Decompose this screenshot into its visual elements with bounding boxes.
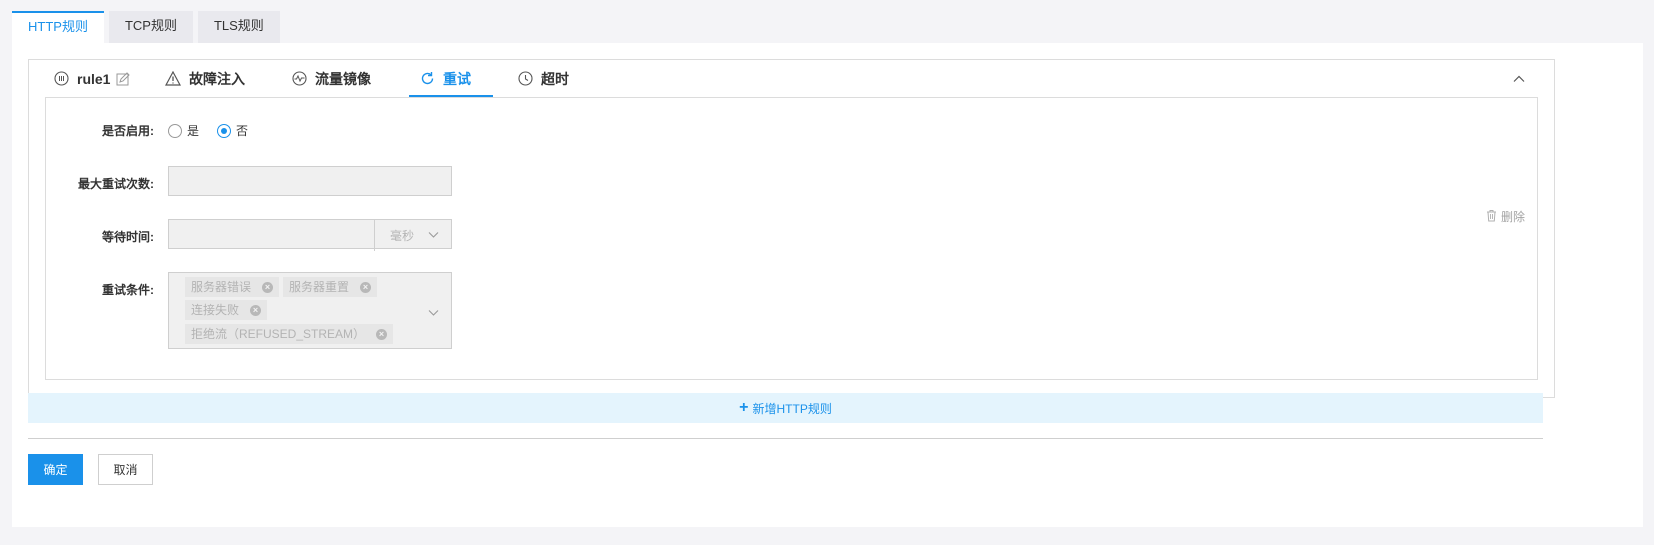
condition-tag-label: 拒绝流（REFUSED_STREAM） xyxy=(191,327,366,341)
chevron-down-icon[interactable] xyxy=(428,306,439,320)
confirm-button[interactable]: 确定 xyxy=(28,454,83,485)
max-retries-label: 最大重试次数: xyxy=(78,177,154,191)
delete-label: 删除 xyxy=(1501,210,1526,224)
remove-tag-icon[interactable]: × xyxy=(262,281,274,293)
plus-icon: + xyxy=(739,399,749,416)
retry-conditions-label: 重试条件: xyxy=(102,283,154,297)
edit-icon[interactable] xyxy=(116,71,131,86)
condition-tag-label: 服务器重置 xyxy=(289,280,350,294)
timeout-label: 超时 xyxy=(541,70,569,87)
delete-rule-button[interactable]: 删除 xyxy=(1486,208,1525,225)
max-retries-input[interactable] xyxy=(168,166,452,196)
enable-no-label: 否 xyxy=(236,124,249,138)
wait-time-unit-value: 毫秒 xyxy=(390,228,415,243)
trash-icon xyxy=(1486,209,1497,225)
refresh-icon xyxy=(419,71,435,87)
add-rule-label: 新增HTTP规则 xyxy=(752,401,832,416)
condition-tag-label: 连接失败 xyxy=(191,303,240,317)
condition-tag: 服务器错误 × xyxy=(185,277,280,297)
rule-feature-tabs: rule1 故障注入 流量镜像 重试 超时 xyxy=(29,60,1554,97)
remove-tag-icon[interactable]: × xyxy=(250,304,262,316)
rules-panel: rule1 故障注入 流量镜像 重试 超时 是否启用: 是 否 最大重试次数: … xyxy=(12,43,1643,527)
tab-http-rules[interactable]: HTTP规则 xyxy=(12,11,104,43)
rule-card: rule1 故障注入 流量镜像 重试 超时 是否启用: 是 否 最大重试次数: … xyxy=(28,59,1555,398)
tab-retry[interactable]: 重试 xyxy=(409,60,493,97)
clock-icon xyxy=(517,71,533,87)
remove-tag-icon[interactable]: × xyxy=(376,328,388,340)
retry-settings-form: 是否启用: 是 否 最大重试次数: 等待时间: 毫秒 重试条件: 服务器错误 ×… xyxy=(45,97,1538,380)
radio-circle xyxy=(168,123,182,138)
wait-time-unit-select[interactable]: 毫秒 xyxy=(374,219,453,251)
warning-icon xyxy=(165,71,181,87)
tab-fault-injection[interactable]: 故障注入 xyxy=(165,60,245,97)
tab-tcp-rules[interactable]: TCP规则 xyxy=(108,11,193,43)
radio-circle xyxy=(217,123,232,138)
tab-tls-rules[interactable]: TLS规则 xyxy=(197,11,280,43)
route-icon xyxy=(53,71,69,87)
add-http-rule-button[interactable]: + 新增HTTP规则 xyxy=(28,393,1543,423)
chevron-up-icon[interactable] xyxy=(1512,72,1526,86)
fault-injection-label: 故障注入 xyxy=(189,70,245,87)
enable-yes-label: 是 xyxy=(187,124,200,138)
tab-rule-name[interactable]: rule1 xyxy=(53,60,131,97)
pulse-icon xyxy=(291,71,307,87)
tab-timeout[interactable]: 超时 xyxy=(517,60,569,97)
remove-tag-icon[interactable]: × xyxy=(360,281,372,293)
retry-conditions-select[interactable]: 服务器错误 × 服务器重置 × 连接失败 × 拒绝流（REFUSED_STREAM） × xyxy=(168,272,452,349)
condition-tag: 拒绝流（REFUSED_STREAM） × xyxy=(185,324,394,344)
wait-time-label: 等待时间: xyxy=(102,230,154,244)
traffic-mirror-label: 流量镜像 xyxy=(315,70,371,87)
enable-label: 是否启用: xyxy=(102,124,154,138)
chevron-down-icon xyxy=(428,228,439,242)
condition-tag: 服务器重置 × xyxy=(283,277,378,297)
tab-traffic-mirror[interactable]: 流量镜像 xyxy=(291,60,371,97)
enable-no-radio[interactable]: 否 xyxy=(217,122,248,139)
enable-yes-radio[interactable]: 是 xyxy=(168,122,199,139)
divider xyxy=(28,438,1543,439)
enable-radio-group: 是 否 xyxy=(168,122,266,139)
rule-name-label: rule1 xyxy=(77,70,111,87)
wait-time-input[interactable]: 毫秒 xyxy=(168,219,453,251)
rule-type-tabs: HTTP规则 TCP规则 TLS规则 xyxy=(12,11,285,43)
condition-tag: 连接失败 × xyxy=(185,300,268,320)
retry-label: 重试 xyxy=(443,70,471,87)
condition-tag-label: 服务器错误 xyxy=(191,280,252,294)
cancel-button[interactable]: 取消 xyxy=(98,454,153,485)
